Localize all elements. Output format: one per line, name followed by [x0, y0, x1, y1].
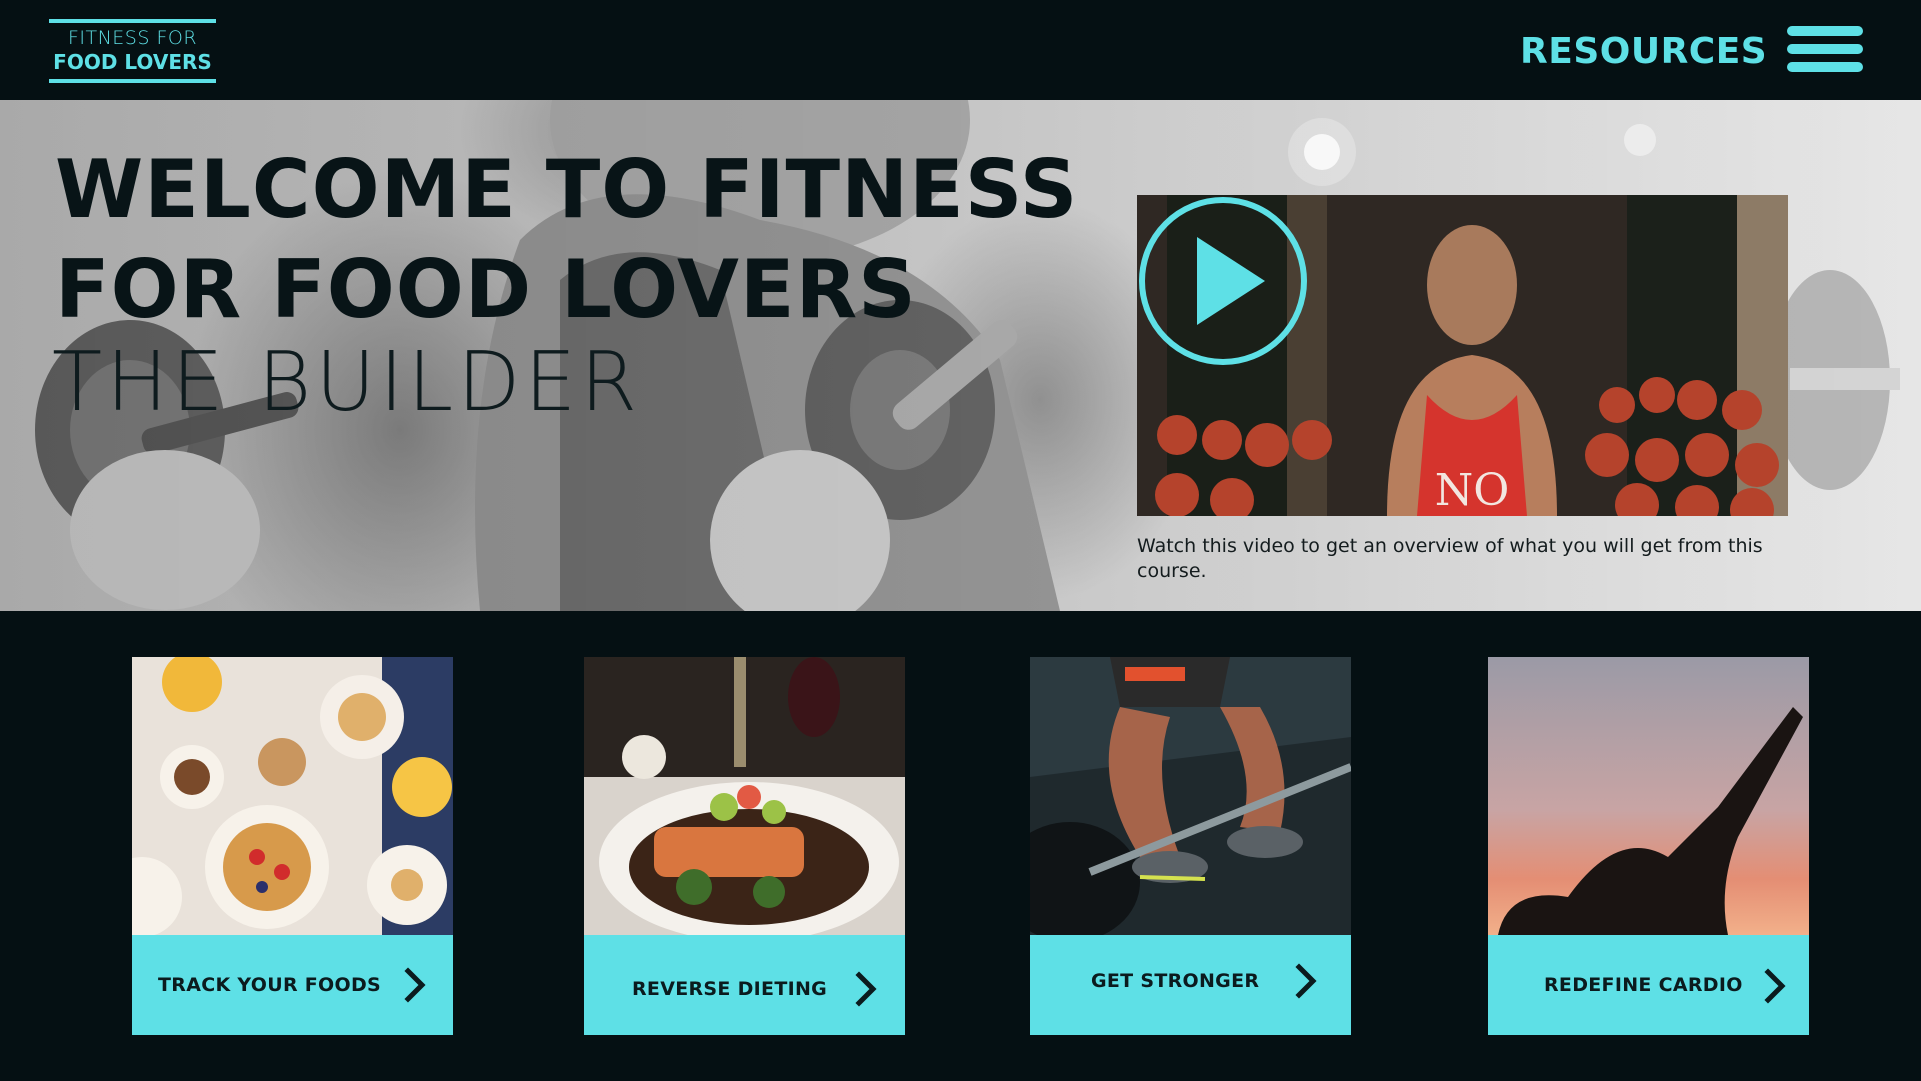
card-label: GET STRONGER: [1091, 970, 1260, 992]
site-logo[interactable]: FITNESS FOR FOOD LOVERS: [49, 19, 216, 83]
top-nav: FITNESS FOR FOOD LOVERS RESOURCES: [0, 0, 1921, 100]
chevron-right-icon: [1764, 968, 1786, 1004]
card-reverse-dieting[interactable]: REVERSE DIETING: [584, 657, 905, 1035]
hero-title-line-2: FOR FOOD LOVERS: [55, 243, 917, 336]
sunset-yoga-photo: [1488, 657, 1809, 935]
hero-section: WELCOME TO FITNESS FOR FOOD LOVERS THE B…: [0, 100, 1921, 611]
card-get-stronger[interactable]: GET STRONGER: [1030, 657, 1351, 1035]
breakfast-table-photo: [132, 657, 453, 935]
barbell-lift-photo: [1030, 657, 1351, 935]
chevron-right-icon: [1295, 963, 1317, 999]
hero-subtitle: THE BUILDER: [52, 335, 642, 430]
card-image: [132, 657, 453, 935]
card-label: REDEFINE CARDIO: [1544, 974, 1743, 996]
card-image: [584, 657, 905, 935]
hero-title: WELCOME TO FITNESS FOR FOOD LOVERS: [55, 140, 1105, 340]
card-label-bar[interactable]: TRACK YOUR FOODS: [132, 935, 453, 1035]
chevron-right-icon: [404, 967, 426, 1003]
intro-video-player[interactable]: NO: [1137, 195, 1788, 516]
card-label-bar[interactable]: REVERSE DIETING: [584, 935, 905, 1035]
card-track-your-foods[interactable]: TRACK YOUR FOODS: [132, 657, 453, 1035]
play-icon[interactable]: [1137, 195, 1309, 367]
logo-line-1: FITNESS FOR: [67, 27, 198, 49]
card-label-bar[interactable]: REDEFINE CARDIO: [1488, 935, 1809, 1035]
card-label: TRACK YOUR FOODS: [158, 974, 382, 996]
salmon-plate-photo: [584, 657, 905, 935]
video-shirt-text: NO: [1435, 465, 1510, 516]
card-image: [1488, 657, 1809, 935]
chevron-right-icon: [855, 971, 877, 1007]
logo-line-2: FOOD LOVERS: [53, 50, 212, 74]
card-label: REVERSE DIETING: [632, 978, 828, 1000]
video-caption: Watch this video to get an overview of w…: [1137, 535, 1763, 582]
hero-title-line-1: WELCOME TO FITNESS: [55, 143, 1079, 236]
card-redefine-cardio[interactable]: REDEFINE CARDIO: [1488, 657, 1809, 1035]
hamburger-menu-icon[interactable]: [1787, 26, 1863, 72]
card-image: [1030, 657, 1351, 935]
resources-link[interactable]: RESOURCES: [1520, 28, 1767, 76]
card-label-bar[interactable]: GET STRONGER: [1030, 935, 1351, 1035]
